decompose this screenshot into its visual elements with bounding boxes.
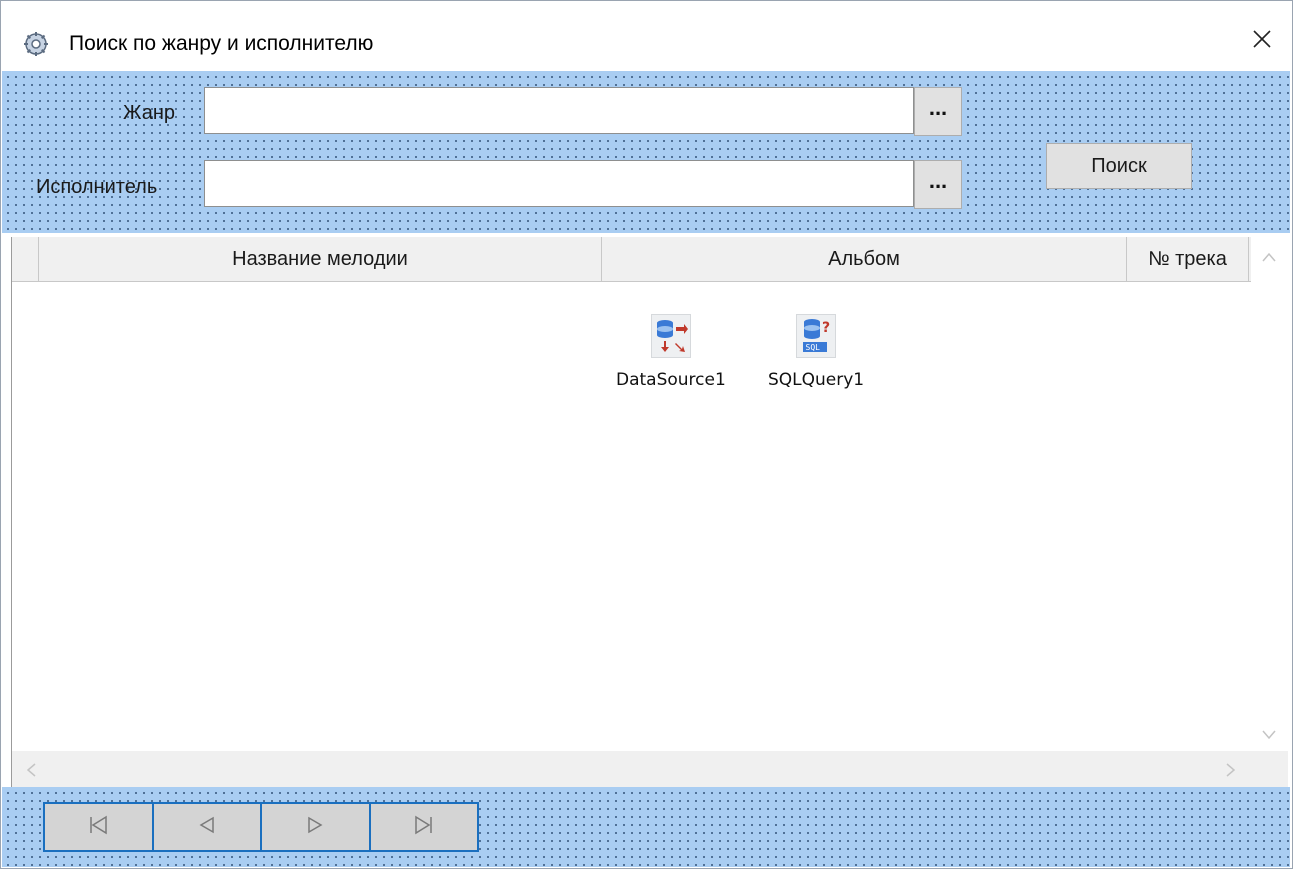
genre-lookup-button[interactable]: ... xyxy=(914,87,962,136)
artist-label: Исполнитель xyxy=(36,176,158,198)
scroll-up-icon[interactable] xyxy=(1262,249,1276,267)
scroll-down-icon[interactable] xyxy=(1262,727,1276,745)
sqlquery-component[interactable]: ? SQL SQLQuery1 xyxy=(768,314,864,390)
next-icon xyxy=(304,814,326,841)
window-title: Поиск по жанру и исполнителю xyxy=(69,32,374,55)
grid-header: Название мелодии Альбом № трека xyxy=(12,237,1251,282)
svg-text:?: ? xyxy=(822,320,830,336)
artist-input[interactable] xyxy=(204,160,914,207)
svg-text:SQL: SQL xyxy=(806,343,821,352)
search-button-label: Поиск xyxy=(1091,154,1147,177)
datasource-label: DataSource1 xyxy=(616,370,726,390)
datasource-component[interactable]: DataSource1 xyxy=(616,314,726,390)
column-header-album[interactable]: Альбом xyxy=(602,237,1127,281)
nav-next-button[interactable] xyxy=(262,804,371,850)
vertical-scrollbar[interactable] xyxy=(1252,237,1288,751)
column-header-track-no[interactable]: № трека xyxy=(1127,237,1249,281)
prior-icon xyxy=(196,814,218,841)
dialog-window: Поиск по жанру и исполнителю Жанр ... Ис… xyxy=(0,0,1293,869)
form-gear-icon xyxy=(23,31,49,57)
row-indicator-header xyxy=(12,237,39,281)
first-icon xyxy=(87,814,109,841)
artist-lookup-button[interactable]: ... xyxy=(914,160,962,209)
nav-last-button[interactable] xyxy=(370,804,477,850)
sqlquery-icon: ? SQL xyxy=(796,314,837,358)
horizontal-scrollbar[interactable] xyxy=(12,751,1288,787)
genre-label: Жанр xyxy=(123,102,175,124)
search-button[interactable]: Поиск xyxy=(1046,143,1192,189)
genre-input[interactable] xyxy=(204,87,914,134)
last-icon xyxy=(413,814,435,841)
scroll-left-icon[interactable] xyxy=(26,763,36,782)
title-bar: Поиск по жанру и исполнителю xyxy=(1,1,1292,71)
db-navigator xyxy=(43,802,479,852)
datasource-icon xyxy=(650,314,691,358)
scroll-right-icon[interactable] xyxy=(1226,763,1236,782)
close-icon xyxy=(1252,29,1272,54)
nav-first-button[interactable] xyxy=(45,804,154,850)
column-header-title[interactable]: Название мелодии xyxy=(39,237,602,281)
close-button[interactable] xyxy=(1242,23,1282,59)
nav-prior-button[interactable] xyxy=(153,804,262,850)
sqlquery-label: SQLQuery1 xyxy=(768,370,865,390)
